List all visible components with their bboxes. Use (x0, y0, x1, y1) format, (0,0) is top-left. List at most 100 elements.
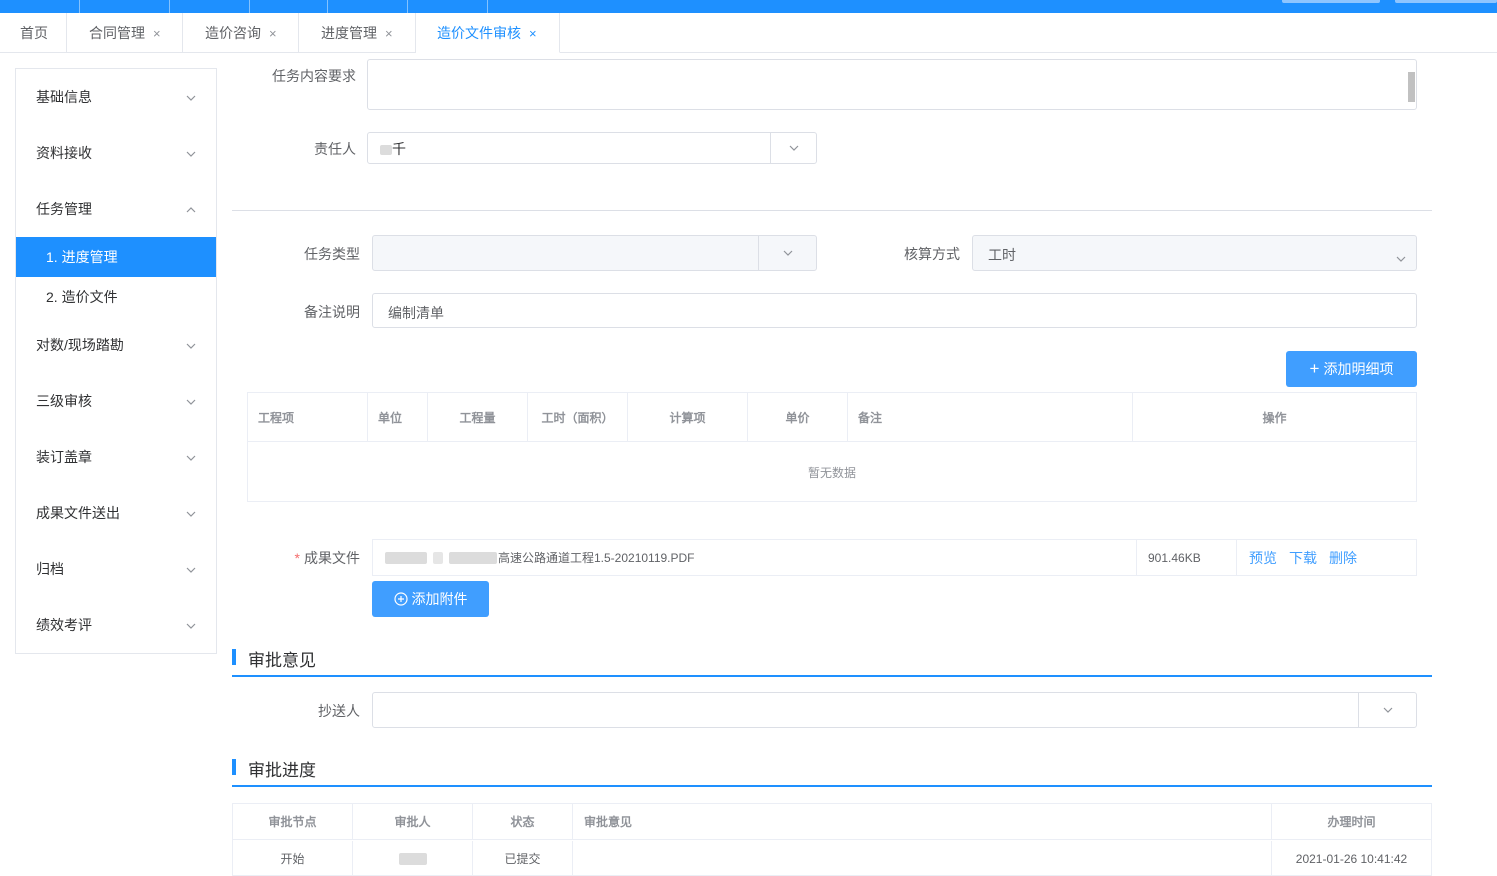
table-row: 开始 已提交 2021-01-26 10:41:42 (233, 841, 1431, 876)
add-detail-label: 添加明细项 (1323, 361, 1394, 377)
tab-label: 造价咨询 (205, 25, 261, 41)
sidebar-item-performance[interactable]: 绩效考评 (16, 605, 216, 645)
required-mark: * (294, 550, 300, 566)
column-header: 单价 (748, 393, 848, 441)
section-title: 审批意见 (248, 651, 316, 670)
result-file-label-text: 成果文件 (304, 550, 360, 566)
sidebar-item-label: 对数/现场踏勘 (36, 337, 124, 353)
close-icon[interactable]: × (385, 26, 393, 41)
top-nav-segment[interactable] (328, 0, 408, 13)
column-header: 单位 (368, 393, 428, 441)
chevron-down-icon (186, 605, 196, 645)
owner-label: 责任人 (314, 141, 356, 157)
plus-circle-icon (393, 592, 408, 606)
column-header: 办理时间 (1327, 815, 1376, 829)
remark-input[interactable]: 编制清单 (372, 293, 1417, 328)
sidebar-item-material-receive[interactable]: 资料接收 (16, 133, 216, 173)
cell-status: 已提交 (473, 841, 573, 876)
delete-link[interactable]: 删除 (1329, 548, 1357, 568)
divider (232, 210, 1432, 211)
top-nav-bar (0, 0, 1497, 13)
remark-value: 编制清单 (388, 305, 444, 321)
column-header: 审批节点 (233, 804, 353, 839)
sidebar-item-progress-management[interactable]: 1. 进度管理 (16, 237, 216, 277)
column-header: 计算项 (628, 393, 748, 441)
calc-method-label: 核算方式 (904, 246, 960, 262)
top-nav-segment[interactable] (80, 0, 170, 13)
tab-label: 首页 (20, 25, 48, 41)
tab-label: 造价文件审核 (437, 25, 521, 41)
redacted-text (385, 551, 427, 564)
top-nav-segment[interactable] (408, 0, 488, 13)
column-header: 操作 (1262, 410, 1287, 425)
tab-contract[interactable]: 合同管理 × (67, 13, 183, 53)
column-header: 备注 (848, 393, 1133, 441)
sidebar-item-label: 1. 进度管理 (46, 249, 118, 265)
download-link[interactable]: 下载 (1289, 548, 1317, 568)
owner-select[interactable]: 千 (367, 132, 817, 164)
close-icon[interactable]: × (529, 26, 537, 41)
column-header: 工程量 (428, 393, 528, 441)
top-nav-segment[interactable] (250, 0, 328, 13)
scrollbar[interactable] (1408, 72, 1415, 102)
sidebar-item-site-survey[interactable]: 对数/现场踏勘 (16, 325, 216, 365)
sidebar-item-result-delivery[interactable]: 成果文件送出 (16, 493, 216, 533)
tab-cost-file-review[interactable]: 造价文件审核 × (416, 13, 560, 53)
sidebar: 基础信息 资料接收 任务管理 1. 进度管理 2. 造价文件 对数/现场踏勘 三… (15, 68, 217, 654)
cell-time: 2021-01-26 10:41:42 (1295, 851, 1408, 866)
sidebar-item-label: 任务管理 (36, 201, 92, 217)
attachment-actions: 预览 下载 删除 (1249, 540, 1357, 575)
section-underline (232, 785, 1432, 787)
sidebar-item-label: 资料接收 (36, 145, 92, 161)
top-nav-segment[interactable] (170, 0, 250, 13)
sidebar-item-label: 归档 (36, 561, 64, 577)
chevron-down-icon[interactable] (770, 133, 816, 163)
sidebar-item-label: 2. 造价文件 (46, 289, 118, 305)
section-underline (232, 675, 1432, 677)
sidebar-item-archive[interactable]: 归档 (16, 549, 216, 589)
section-approval-opinion: 审批意见 (232, 646, 316, 671)
sidebar-item-three-level-review[interactable]: 三级审核 (16, 381, 216, 421)
top-nav-button[interactable] (1395, 0, 1497, 3)
column-header: 状态 (473, 804, 573, 839)
top-nav-segment[interactable] (0, 0, 80, 13)
sidebar-item-task-management[interactable]: 任务管理 (16, 189, 216, 229)
redacted-text (433, 551, 443, 564)
add-attachment-button[interactable]: 添加附件 (372, 581, 489, 617)
add-detail-button[interactable]: + 添加明细项 (1286, 351, 1417, 387)
chevron-down-icon (186, 549, 196, 589)
table-header-row: 审批节点 审批人 状态 审批意见 办理时间 (233, 804, 1431, 840)
chevron-down-icon[interactable] (1396, 250, 1406, 265)
chevron-down-icon[interactable] (758, 236, 816, 270)
cc-label: 抄送人 (318, 703, 360, 719)
calc-method-select[interactable]: 工时 (972, 235, 1417, 271)
close-icon[interactable]: × (269, 26, 277, 41)
cell-opinion (573, 841, 1272, 876)
tab-progress[interactable]: 进度管理 × (299, 13, 416, 53)
task-requirement-textarea[interactable] (367, 59, 1417, 110)
tab-bar: 首页 合同管理 × 造价咨询 × 进度管理 × 造价文件审核 × (0, 13, 1497, 53)
task-requirement-label: 任务内容要求 (272, 68, 356, 84)
task-type-select[interactable] (372, 235, 817, 271)
top-nav-button[interactable] (1282, 0, 1380, 3)
remark-label: 备注说明 (304, 304, 360, 320)
column-header: 审批意见 (573, 804, 1272, 839)
chevron-down-icon (186, 493, 196, 533)
task-type-label: 任务类型 (304, 246, 360, 262)
column-divider (1236, 540, 1237, 575)
calc-method-value: 工时 (988, 247, 1016, 263)
sidebar-item-cost-file[interactable]: 2. 造价文件 (16, 277, 216, 317)
tab-home[interactable]: 首页 (0, 13, 67, 53)
cc-select[interactable] (372, 692, 1417, 728)
preview-link[interactable]: 预览 (1249, 548, 1277, 568)
sidebar-item-binding-seal[interactable]: 装订盖章 (16, 437, 216, 477)
tab-cost-consulting[interactable]: 造价咨询 × (183, 13, 299, 53)
tab-label: 合同管理 (89, 25, 145, 41)
close-icon[interactable]: × (153, 26, 161, 41)
attachment-filename[interactable]: 高速公路通道工程1.5-20210119.PDF (385, 540, 1135, 575)
chevron-down-icon[interactable] (1358, 693, 1416, 727)
column-header: 审批人 (353, 804, 473, 839)
sidebar-item-basic-info[interactable]: 基础信息 (16, 77, 216, 117)
cell-node: 开始 (233, 841, 353, 876)
section-title: 审批进度 (248, 761, 316, 780)
